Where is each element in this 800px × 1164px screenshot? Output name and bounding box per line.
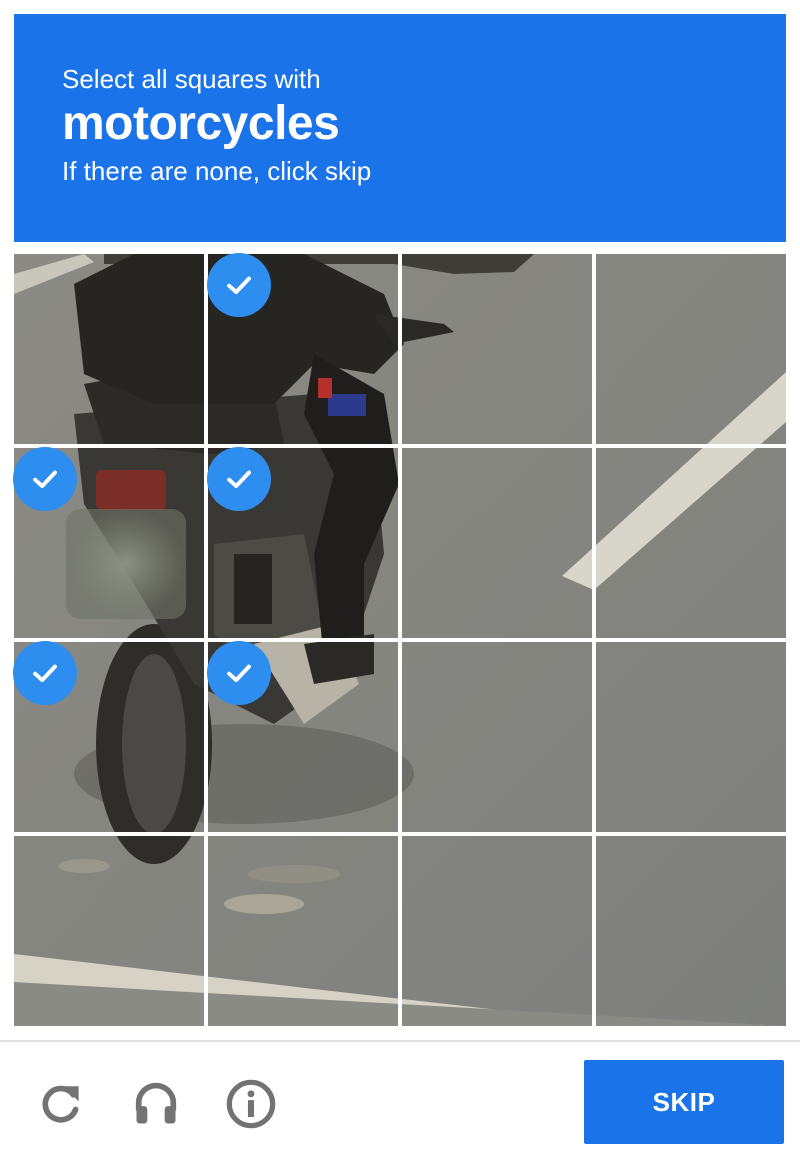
checkmark-icon <box>207 447 271 511</box>
reload-icon[interactable] <box>34 1078 86 1130</box>
grid-tile-selected[interactable] <box>13 447 204 638</box>
grid-tile[interactable] <box>402 836 592 1026</box>
info-icon[interactable] <box>225 1078 277 1130</box>
grid-tile[interactable] <box>596 642 786 832</box>
grid-tile[interactable] <box>402 448 592 638</box>
headphones-icon[interactable] <box>130 1078 182 1130</box>
skip-hint-text: If there are none, click skip <box>62 156 372 186</box>
grid-tile[interactable] <box>402 642 592 832</box>
target-object-label: motorcycles <box>62 97 340 150</box>
grid-tile[interactable] <box>208 836 398 1026</box>
grid-tile-selected[interactable] <box>207 253 398 444</box>
grid-tile[interactable] <box>596 836 786 1026</box>
checkmark-icon <box>207 253 271 317</box>
grid-tile[interactable] <box>402 254 592 444</box>
grid-tile-selected[interactable] <box>207 447 398 638</box>
grid-tile-selected[interactable] <box>207 641 398 832</box>
grid-tile-selected[interactable] <box>13 641 204 832</box>
grid-tile[interactable] <box>596 254 786 444</box>
checkmark-icon <box>13 641 77 705</box>
skip-button[interactable]: SKIP <box>584 1060 784 1144</box>
checkmark-icon <box>207 641 271 705</box>
challenge-header: Select all squares with motorcycles If t… <box>14 14 786 242</box>
footer-divider <box>0 1040 800 1042</box>
grid-tile[interactable] <box>14 836 204 1026</box>
instruction-text: Select all squares with <box>62 64 321 94</box>
checkmark-icon <box>13 447 77 511</box>
grid-tile[interactable] <box>14 254 204 444</box>
grid-tile[interactable] <box>596 448 786 638</box>
image-grid <box>13 253 786 1026</box>
